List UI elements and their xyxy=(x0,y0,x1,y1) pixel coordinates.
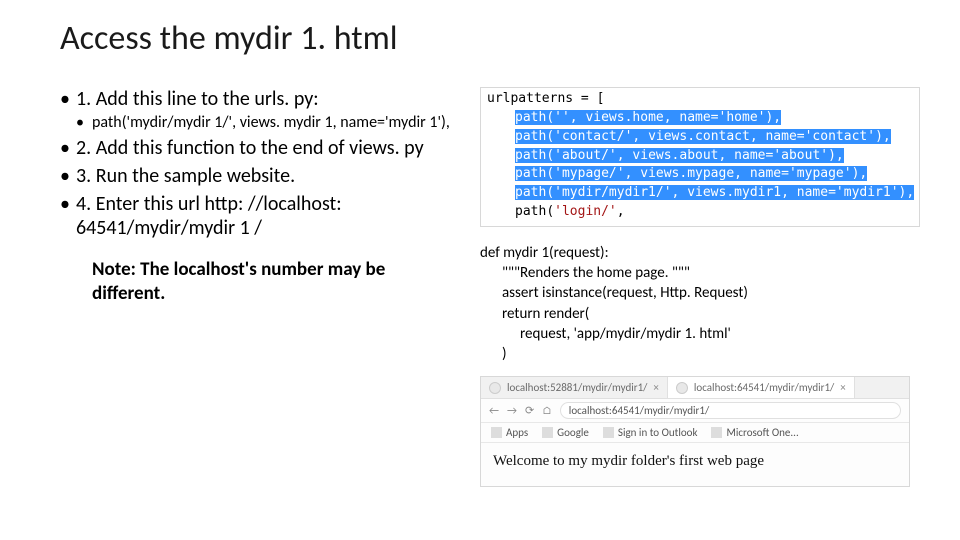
back-icon[interactable]: ← xyxy=(489,404,499,417)
bullet-1-text: 1. Add this line to the urls. py: xyxy=(76,87,319,111)
bookmark-outlook[interactable]: Sign in to Outlook xyxy=(603,426,698,439)
home-icon[interactable]: ⌂ xyxy=(542,404,552,417)
browser-window: localhost:52881/mydir/mydir1/ × localhos… xyxy=(480,376,910,487)
bookmark-google[interactable]: Google xyxy=(542,426,589,439)
right-column: urlpatterns = [ path('', views.home, nam… xyxy=(480,87,920,487)
close-icon[interactable]: × xyxy=(840,381,845,394)
slide-title: Access the mydir 1. html xyxy=(60,18,920,59)
code-urlpatterns: urlpatterns = [ path('', views.home, nam… xyxy=(480,87,920,227)
bullet-1a: path('mydir/mydir 1/', views. mydir 1, n… xyxy=(76,113,460,132)
fn-line-2: assert isinstance(request, Http. Request… xyxy=(480,283,920,303)
globe-icon xyxy=(676,382,688,394)
bullet-2: 2. Add this function to the end of views… xyxy=(60,136,460,160)
bullet-4: 4. Enter this url http: //localhost: 645… xyxy=(60,192,460,240)
code-line-5: path('login/', xyxy=(487,203,915,222)
code-line-2: path('about/', views.about, name='about'… xyxy=(487,147,915,166)
browser-tab-2[interactable]: localhost:64541/mydir/mydir1/ × xyxy=(668,377,855,398)
browser-tabstrip: localhost:52881/mydir/mydir1/ × localhos… xyxy=(481,377,909,399)
code-line-3: path('mypage/', views.mypage, name='mypa… xyxy=(487,165,915,184)
fn-line-3: return render( xyxy=(480,304,920,324)
apps-icon xyxy=(491,427,502,438)
fn-line-1: """Renders the home page. """ xyxy=(480,263,920,283)
left-column: 1. Add this line to the urls. py: path('… xyxy=(60,87,460,487)
browser-tab-1[interactable]: localhost:52881/mydir/mydir1/ × xyxy=(481,377,668,398)
reload-icon[interactable]: ⟳ xyxy=(525,404,534,417)
code-line-1: path('contact/', views.contact, name='co… xyxy=(487,128,915,147)
fn-line-0: def mydir 1(request): xyxy=(480,243,920,263)
browser-navbar: ← → ⟳ ⌂ localhost:64541/mydir/mydir1/ xyxy=(481,399,909,423)
address-bar[interactable]: localhost:64541/mydir/mydir1/ xyxy=(560,402,901,419)
globe-icon xyxy=(489,382,501,394)
code-header: urlpatterns = [ xyxy=(487,90,915,109)
forward-icon[interactable]: → xyxy=(507,404,517,417)
code-line-4: path('mydir/mydir1/', views.mydir1, name… xyxy=(487,184,915,203)
outlook-icon xyxy=(603,427,614,438)
bullet-3: 3. Run the sample website. xyxy=(60,164,460,188)
close-icon[interactable]: × xyxy=(653,381,658,394)
page-heading: Welcome to my mydir folder's first web p… xyxy=(493,453,764,469)
microsoft-icon xyxy=(711,427,722,438)
bookmark-apps[interactable]: Apps xyxy=(491,426,528,439)
page-content: Welcome to my mydir folder's first web p… xyxy=(481,443,909,486)
code-function: def mydir 1(request): """Renders the hom… xyxy=(480,243,920,365)
google-icon xyxy=(542,427,553,438)
note-text: Note: The localhost's number may be diff… xyxy=(92,258,460,306)
code-line-0: path('', views.home, name='home'), xyxy=(487,109,915,128)
bookmark-msone[interactable]: Microsoft One... xyxy=(711,426,798,439)
fn-line-4: request, 'app/mydir/mydir 1. html' xyxy=(480,324,920,344)
bullet-1: 1. Add this line to the urls. py: path('… xyxy=(60,87,460,132)
fn-line-5: ) xyxy=(480,344,920,364)
tab-2-label: localhost:64541/mydir/mydir1/ xyxy=(694,381,834,394)
tab-1-label: localhost:52881/mydir/mydir1/ xyxy=(507,381,647,394)
bookmark-bar: Apps Google Sign in to Outlook Microsoft… xyxy=(481,423,909,443)
